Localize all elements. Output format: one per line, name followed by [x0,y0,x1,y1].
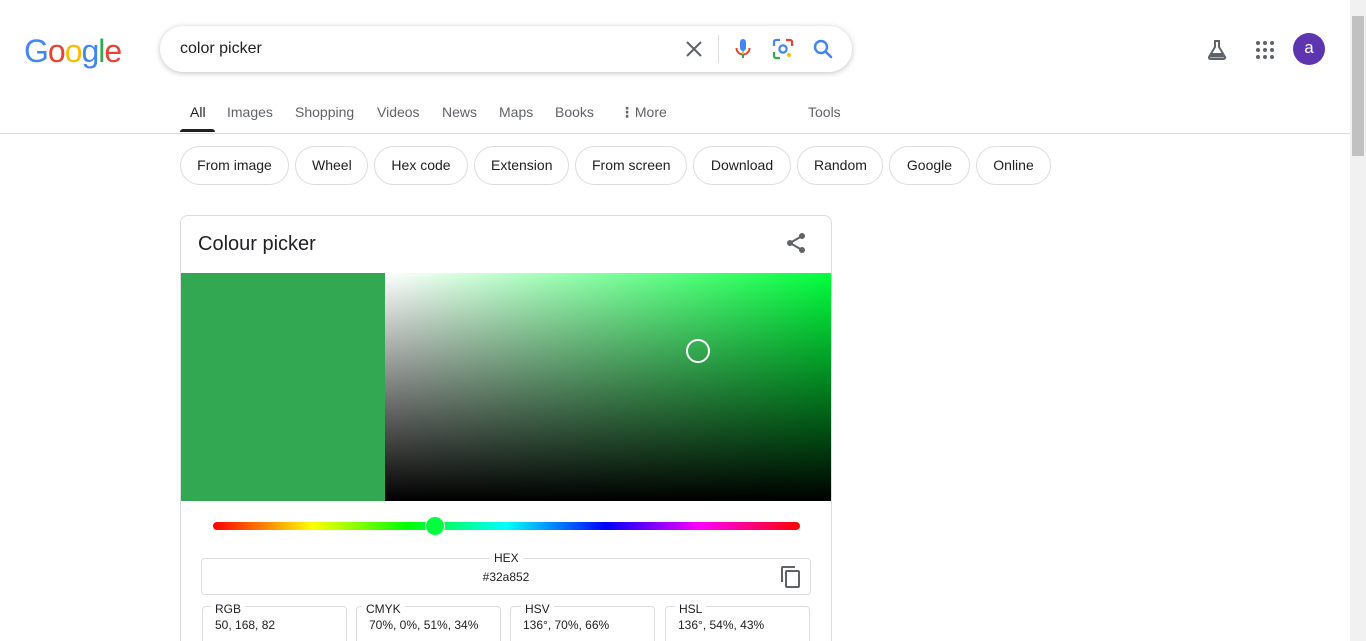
account-avatar[interactable]: a [1293,33,1325,65]
search-icon[interactable] [811,37,835,61]
page-scrollbar-thumb[interactable] [1352,16,1364,156]
cmyk-label: CMYK [362,602,405,616]
search-box [160,26,852,72]
labs-flask-icon[interactable] [1205,38,1229,62]
search-tabs: All Images Shopping Videos News Maps Boo… [0,92,1350,134]
chip-from-screen[interactable]: From screen [575,146,687,185]
tab-tools[interactable]: Tools [808,104,841,120]
search-input[interactable] [180,26,660,72]
saturation-value-handle[interactable] [685,338,710,363]
hue-slider[interactable] [213,522,800,530]
google-logo[interactable]: Google [24,33,122,69]
copy-icon[interactable] [779,565,803,589]
tab-news[interactable]: News [442,104,477,120]
chip-random[interactable]: Random [797,146,883,185]
logo-letter: g [81,33,99,69]
chip-google[interactable]: Google [889,146,970,185]
chip-online[interactable]: Online [976,146,1051,185]
chip-wheel[interactable]: Wheel [295,146,368,185]
hex-value[interactable]: #32a852 [202,570,810,584]
cmyk-value[interactable]: 70%, 0%, 51%, 34% [369,618,478,632]
saturation-value-area[interactable] [385,273,831,501]
rgb-label: RGB [211,602,246,616]
colour-picker-card: Colour picker #32a852 HEX 50, 168, 82 RG… [180,215,832,641]
hsv-value[interactable]: 136°, 70%, 66% [523,618,609,632]
tab-maps[interactable]: Maps [499,104,533,120]
color-swatch [181,273,385,501]
logo-letter: e [104,33,122,69]
tab-videos[interactable]: Videos [377,104,420,120]
logo-letter: o [64,33,83,69]
apps-grid-icon[interactable] [1253,38,1277,62]
hex-label: HEX [490,551,523,565]
chip-extension[interactable]: Extension [474,146,569,185]
tab-more[interactable]: ⋮ More [620,104,667,121]
logo-letter: G [24,33,49,69]
chip-from-image[interactable]: From image [180,146,289,185]
hsl-value[interactable]: 136°, 54%, 43% [678,618,764,632]
rgb-value[interactable]: 50, 168, 82 [215,618,275,632]
tab-all[interactable]: All [190,104,206,120]
camera-lens-icon[interactable] [771,37,795,61]
card-title: Colour picker [198,233,316,255]
hsv-label: HSV [521,602,554,616]
tab-books[interactable]: Books [555,104,594,120]
tab-more-label: More [634,104,667,120]
active-tab-indicator [180,129,215,132]
more-vert-icon: ⋮ [620,104,634,120]
hue-slider-handle[interactable] [424,516,445,536]
microphone-icon[interactable] [731,37,755,61]
logo-letter: o [47,33,66,69]
tab-shopping[interactable]: Shopping [295,104,354,120]
chip-hex-code[interactable]: Hex code [374,146,468,185]
tab-images[interactable]: Images [227,104,273,120]
search-divider [718,35,719,63]
share-icon[interactable] [784,231,808,255]
clear-icon[interactable] [682,37,706,61]
chip-download[interactable]: Download [693,146,791,185]
hsl-label: HSL [675,602,707,616]
